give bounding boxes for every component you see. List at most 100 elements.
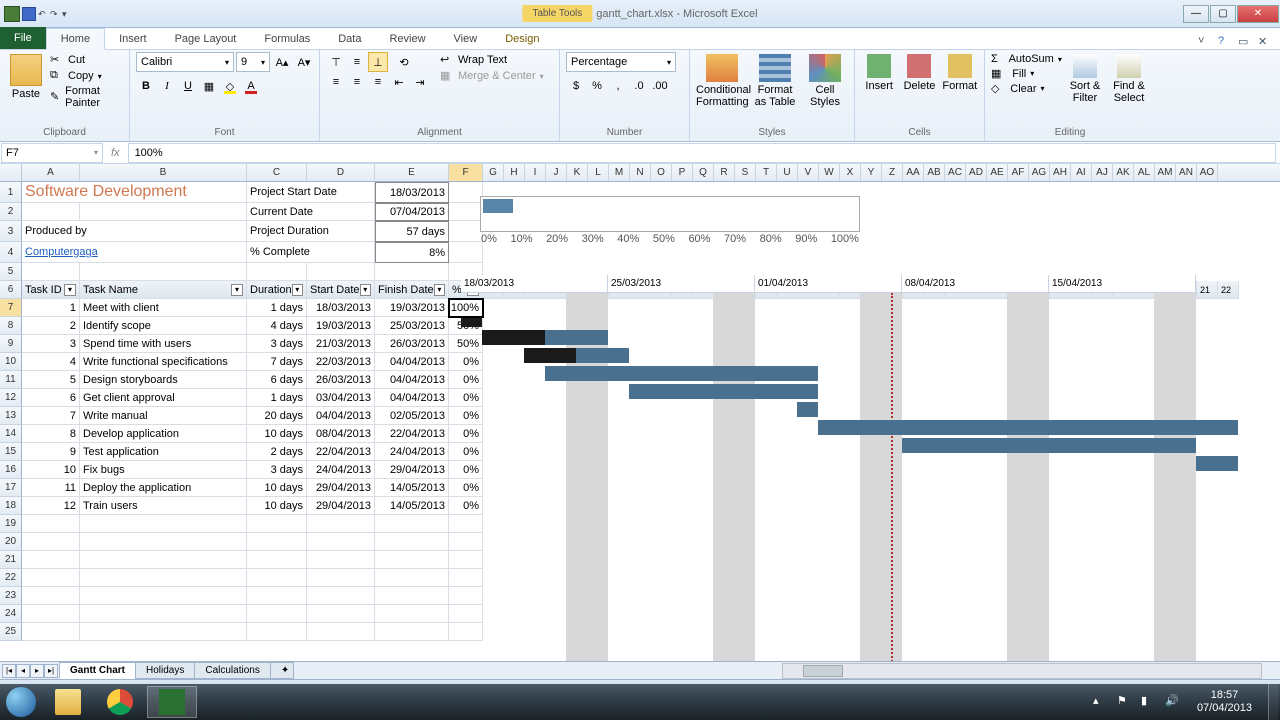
col-header-AF[interactable]: AF: [1008, 164, 1029, 181]
format-cells-button[interactable]: Format: [942, 52, 978, 92]
cell[interactable]: [449, 515, 483, 533]
cell[interactable]: 18/03/2013: [307, 299, 375, 317]
cell[interactable]: 57 days: [375, 221, 449, 242]
new-sheet-button[interactable]: ✦: [270, 662, 294, 679]
col-header-V[interactable]: V: [798, 164, 819, 181]
format-as-table-button[interactable]: Format as Table: [752, 52, 798, 108]
cell[interactable]: 22/04/2013: [375, 425, 449, 443]
cell[interactable]: [247, 569, 307, 587]
minimize-ribbon-icon[interactable]: ˅: [1198, 35, 1212, 49]
col-header-AL[interactable]: AL: [1134, 164, 1155, 181]
cell[interactable]: [80, 605, 247, 623]
cell[interactable]: 22/04/2013: [307, 443, 375, 461]
cells-area[interactable]: Software DevelopmentProject Start Date18…: [22, 182, 1280, 641]
sheet-prev-icon[interactable]: ◂: [16, 664, 30, 678]
col-header-AE[interactable]: AE: [987, 164, 1008, 181]
redo-icon[interactable]: ↷: [50, 9, 60, 19]
workbook-close-icon[interactable]: ✕: [1258, 35, 1272, 49]
cell[interactable]: [22, 587, 80, 605]
cell[interactable]: 6 days: [247, 371, 307, 389]
percent-icon[interactable]: %: [587, 76, 607, 96]
cell[interactable]: 50%: [449, 335, 483, 353]
start-button[interactable]: [0, 684, 42, 720]
cell[interactable]: 0%: [449, 389, 483, 407]
delete-cells-button[interactable]: Delete: [901, 52, 937, 92]
row-header[interactable]: 25: [0, 623, 22, 641]
cell[interactable]: Fix bugs: [80, 461, 247, 479]
cell[interactable]: 24/04/2013: [375, 443, 449, 461]
system-clock[interactable]: 18:57 07/04/2013: [1189, 689, 1260, 715]
cell[interactable]: 3 days: [247, 461, 307, 479]
cell[interactable]: 26/03/2013: [307, 371, 375, 389]
cell[interactable]: 0%: [449, 497, 483, 515]
formula-input[interactable]: 100%: [128, 143, 1276, 163]
select-all-corner[interactable]: [0, 164, 22, 181]
cell[interactable]: [449, 221, 483, 242]
cell[interactable]: Identify scope: [80, 317, 247, 335]
cell[interactable]: 0%: [449, 443, 483, 461]
cell[interactable]: 0%: [449, 353, 483, 371]
cell[interactable]: [80, 623, 247, 641]
name-box[interactable]: F7▾: [1, 143, 103, 163]
project-title[interactable]: Software Development: [22, 182, 247, 203]
row-header[interactable]: 6: [0, 281, 22, 299]
cell[interactable]: [375, 587, 449, 605]
fill-button[interactable]: ▦ Fill▾: [991, 66, 1061, 81]
cell[interactable]: 08/04/2013: [307, 425, 375, 443]
merge-center-button[interactable]: ▦Merge & Center▾: [440, 68, 544, 84]
minimize-button[interactable]: —: [1183, 5, 1209, 23]
col-header-T[interactable]: T: [756, 164, 777, 181]
tab-data[interactable]: Data: [324, 29, 375, 49]
cell[interactable]: [247, 551, 307, 569]
filter-dropdown-icon[interactable]: ▾: [434, 284, 445, 296]
cell[interactable]: [375, 569, 449, 587]
col-header-Y[interactable]: Y: [861, 164, 882, 181]
cell[interactable]: [449, 242, 483, 263]
cell[interactable]: 25/03/2013: [375, 317, 449, 335]
filter-dropdown-icon[interactable]: ▾: [64, 284, 76, 296]
number-format-select[interactable]: Percentage▾: [566, 52, 676, 72]
cell[interactable]: 10 days: [247, 425, 307, 443]
sheet-tab-gantt[interactable]: Gantt Chart: [59, 662, 136, 679]
accounting-icon[interactable]: $: [566, 76, 586, 96]
row-header[interactable]: 14: [0, 425, 22, 443]
row-header[interactable]: 18: [0, 497, 22, 515]
col-header-E[interactable]: E: [375, 164, 449, 181]
col-header-L[interactable]: L: [588, 164, 609, 181]
insert-cells-button[interactable]: Insert: [861, 52, 897, 92]
align-right-icon[interactable]: ≡: [368, 72, 388, 92]
tray-flag-icon[interactable]: ⚑: [1117, 694, 1133, 710]
cell[interactable]: Meet with client: [80, 299, 247, 317]
cell[interactable]: 9: [22, 443, 80, 461]
cell[interactable]: 7 days: [247, 353, 307, 371]
cell[interactable]: Duration▾: [247, 281, 307, 299]
cell-styles-button[interactable]: Cell Styles: [802, 52, 848, 108]
dec-decimal-icon[interactable]: .00: [650, 76, 670, 96]
cell[interactable]: Task ID▾: [22, 281, 80, 299]
cell[interactable]: [80, 203, 247, 221]
cell[interactable]: 0%: [449, 425, 483, 443]
producer-link[interactable]: Computergaga: [22, 242, 247, 263]
border-button[interactable]: ▦: [199, 76, 219, 96]
indent-dec-icon[interactable]: ⇤: [389, 72, 409, 92]
cell[interactable]: 1: [22, 299, 80, 317]
row-header[interactable]: 23: [0, 587, 22, 605]
row-header[interactable]: 9: [0, 335, 22, 353]
cell[interactable]: Train users: [80, 497, 247, 515]
bold-button[interactable]: B: [136, 76, 156, 96]
cell[interactable]: [80, 569, 247, 587]
cell[interactable]: [247, 587, 307, 605]
cell[interactable]: [80, 551, 247, 569]
cell[interactable]: 2 days: [247, 443, 307, 461]
filter-dropdown-icon[interactable]: ▾: [231, 284, 243, 296]
cell[interactable]: [307, 263, 375, 281]
row-header[interactable]: 8: [0, 317, 22, 335]
clear-button[interactable]: ◇ Clear▾: [991, 81, 1061, 96]
cell[interactable]: [375, 623, 449, 641]
cell[interactable]: Start Date▾: [307, 281, 375, 299]
cell[interactable]: Project Duration: [247, 221, 375, 242]
cell[interactable]: 19/03/2013: [375, 299, 449, 317]
inc-decimal-icon[interactable]: .0: [629, 76, 649, 96]
cell[interactable]: Spend time with users: [80, 335, 247, 353]
cell[interactable]: 0%: [449, 461, 483, 479]
